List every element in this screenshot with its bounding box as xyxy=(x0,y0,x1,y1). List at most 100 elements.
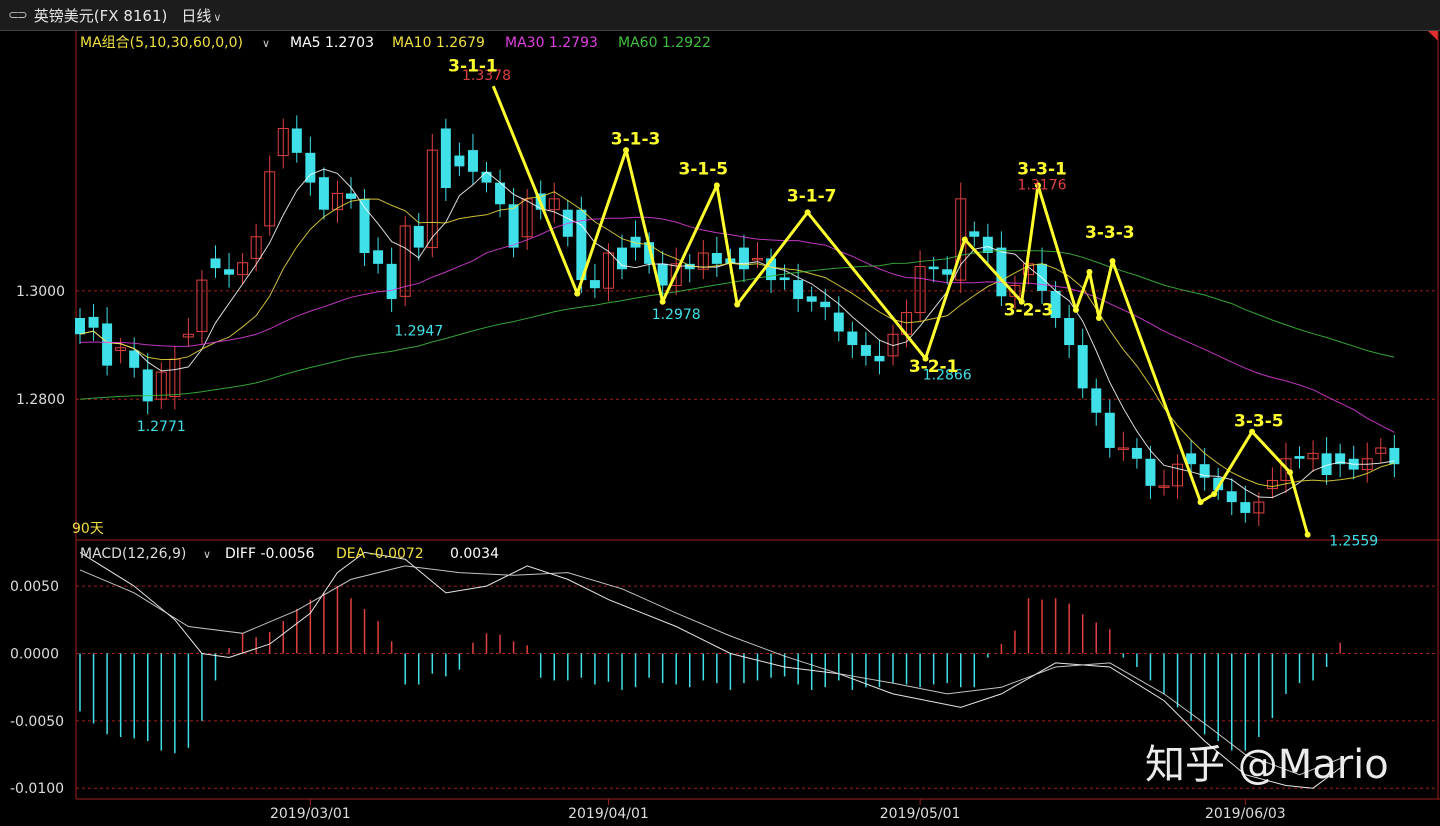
y-tick-label: 1.3000 xyxy=(16,284,65,300)
x-tick-label: 2019/06/03 xyxy=(1205,806,1286,822)
wave-label: 3-3-5 xyxy=(1234,411,1284,431)
macd-y-tick-label: -0.0050 xyxy=(10,714,64,730)
candle-bar[interactable] xyxy=(982,236,993,254)
wave-label: 3-3-3 xyxy=(1085,223,1135,243)
candle-bar[interactable] xyxy=(738,247,749,270)
ma-group-label[interactable]: MA组合(5,10,30,60,0,0) xyxy=(80,35,243,51)
candle-bar[interactable] xyxy=(413,225,424,248)
ma5-line xyxy=(79,168,1395,499)
candle-bar[interactable] xyxy=(589,280,600,289)
candle-bar[interactable] xyxy=(847,331,858,346)
y-tick-label: 1.2800 xyxy=(16,392,65,408)
toolbar: ⊂⊃ 英镑美元(FX 8161) 日线 ∨ xyxy=(0,0,1440,31)
candle-bar[interactable] xyxy=(1226,491,1237,503)
candle-bar[interactable] xyxy=(291,128,302,153)
candle-bar[interactable] xyxy=(481,171,492,183)
candle-bar[interactable] xyxy=(942,269,953,275)
wave-vertex xyxy=(734,301,741,308)
symbol-title[interactable]: 英镑美元(FX 8161) xyxy=(34,5,168,26)
candle-bar[interactable] xyxy=(969,231,980,237)
candle-bar[interactable] xyxy=(1294,456,1305,459)
macd-chevron-icon[interactable]: ∨ xyxy=(203,548,211,561)
candle-bar[interactable] xyxy=(467,150,478,172)
ma60-legend: MA60 1.2922 xyxy=(618,35,711,51)
candle-bar[interactable] xyxy=(210,258,221,269)
ma30-legend: MA30 1.2793 xyxy=(505,35,598,51)
x-tick-label: 2019/04/01 xyxy=(568,806,649,822)
wave-vertex xyxy=(1304,531,1311,538)
wave-vertex xyxy=(1109,258,1116,265)
wave-label: 3-2-3 xyxy=(1004,300,1054,320)
wave-vertex xyxy=(961,236,968,243)
candle-bar[interactable] xyxy=(806,296,817,302)
wave-label: 3-3-1 xyxy=(1017,159,1067,179)
wave-vertex xyxy=(1211,490,1218,497)
watermark: 知乎 @Mario xyxy=(1145,742,1389,788)
price-chart[interactable]: 1.28001.3000 1.33781.29471.27711.29781.2… xyxy=(0,31,1440,826)
wave-vertex xyxy=(1086,268,1093,275)
candle-bar[interactable] xyxy=(318,177,329,210)
candle-bar[interactable] xyxy=(1131,447,1142,459)
candle-bar[interactable] xyxy=(142,369,153,402)
ma30-line xyxy=(79,216,1395,433)
macd-y-tick-label: -0.0100 xyxy=(10,781,64,797)
wave-vertex xyxy=(804,209,811,216)
candle-bar[interactable] xyxy=(793,280,804,300)
price-annotation: 1.2559 xyxy=(1329,534,1378,550)
link-icon[interactable]: ⊂⊃ xyxy=(8,8,28,23)
chevron-down-icon: ∨ xyxy=(213,10,222,24)
wave-label: 3-1-7 xyxy=(787,187,837,207)
macd-y-tick-label: 0.0000 xyxy=(10,646,59,662)
candle-bar[interactable] xyxy=(1104,412,1115,448)
candle-bar[interactable] xyxy=(820,301,831,308)
price-annotation: 1.2978 xyxy=(652,307,701,323)
candle-bar[interactable] xyxy=(88,316,99,328)
wave-vertex xyxy=(574,290,581,297)
x-tick-label: 2019/05/01 xyxy=(880,806,961,822)
range-label: 90天 xyxy=(72,521,104,537)
period-label: 日线 xyxy=(181,6,212,25)
wave-vertex xyxy=(1287,469,1294,476)
price-annotation: 1.2947 xyxy=(394,324,443,340)
candle-bar[interactable] xyxy=(346,193,356,199)
wave-path xyxy=(491,85,1310,536)
candle-bar[interactable] xyxy=(440,128,451,189)
x-tick-label: 2019/03/01 xyxy=(270,806,351,822)
candle-bar[interactable] xyxy=(508,204,519,248)
candle-bar[interactable] xyxy=(454,155,465,167)
candle-bar[interactable] xyxy=(75,317,85,335)
candle-bar[interactable] xyxy=(874,355,885,362)
macd-label[interactable]: MACD(12,26,9) xyxy=(80,546,186,562)
period-selector[interactable]: 日线 ∨ xyxy=(181,5,221,26)
candle-bar[interactable] xyxy=(1091,388,1102,413)
candle-bar[interactable] xyxy=(1077,345,1088,389)
candle-bar[interactable] xyxy=(1064,317,1075,346)
candle-bar[interactable] xyxy=(779,277,790,281)
candle-bar[interactable] xyxy=(129,350,140,368)
macd-value: 0.0034 xyxy=(450,546,499,562)
price-annotation: 1.3176 xyxy=(1018,178,1067,194)
ma-chevron-icon[interactable]: ∨ xyxy=(262,37,270,50)
wave-label: 3-1-1 xyxy=(448,57,498,77)
candle-bar[interactable] xyxy=(373,250,384,264)
dea-legend: DEA -0.0072 xyxy=(336,546,424,562)
wave-label: 3-1-5 xyxy=(678,159,728,179)
wave-vertex xyxy=(659,298,666,305)
ma5-legend: MA5 1.2703 xyxy=(290,35,374,51)
candle-bar[interactable] xyxy=(928,266,939,270)
wave-vertex xyxy=(1072,306,1079,313)
candle-bar[interactable] xyxy=(860,345,871,356)
macd-y-tick-label: 0.0050 xyxy=(10,579,59,595)
price-annotation: 1.2771 xyxy=(137,419,186,435)
candle-bar[interactable] xyxy=(224,269,235,275)
candle-bar[interactable] xyxy=(102,323,113,366)
candle-bar[interactable] xyxy=(386,263,397,300)
candle-bar[interactable] xyxy=(996,247,1007,297)
candle-bar[interactable] xyxy=(1145,458,1156,486)
candle-bar[interactable] xyxy=(1240,502,1251,513)
wave-label: 3-1-3 xyxy=(611,130,661,150)
candle-bar[interactable] xyxy=(711,253,722,264)
wave-vertex xyxy=(1095,314,1102,321)
candle-bar[interactable] xyxy=(833,312,844,332)
ma10-legend: MA10 1.2679 xyxy=(392,35,485,51)
